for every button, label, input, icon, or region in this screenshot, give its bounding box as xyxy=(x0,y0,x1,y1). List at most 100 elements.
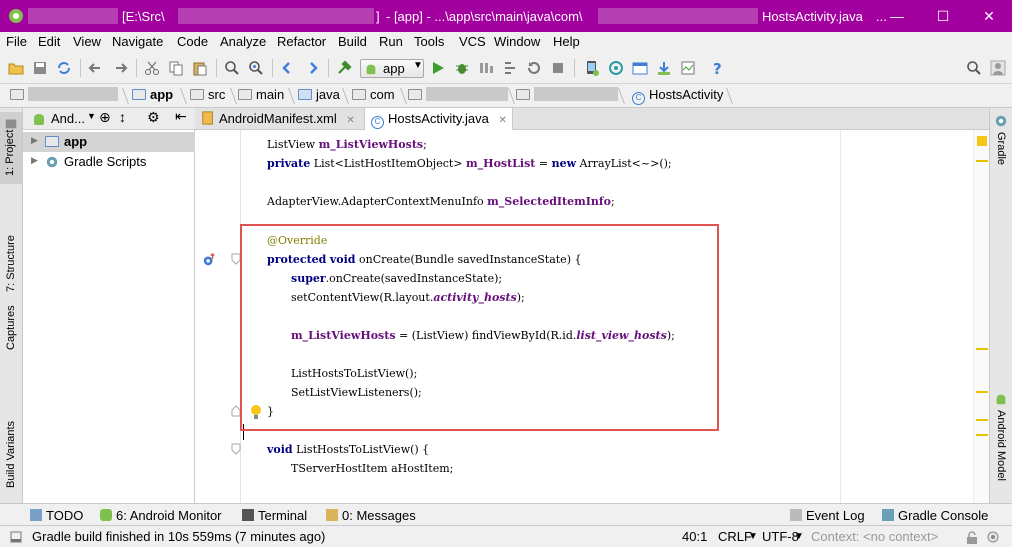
menu-build[interactable]: Build xyxy=(338,34,367,49)
menu-run[interactable]: Run xyxy=(379,34,403,49)
help-icon[interactable]: ? xyxy=(710,60,726,76)
save-icon[interactable] xyxy=(32,60,48,76)
tree-item-gradle-scripts[interactable]: ▶ Gradle Scripts xyxy=(23,152,195,172)
menu-window[interactable]: Window xyxy=(494,34,540,49)
crumb-com[interactable]: com xyxy=(352,87,395,105)
project-structure-icon[interactable] xyxy=(632,60,648,76)
hide-panel-icon[interactable]: ⇤ xyxy=(175,108,187,125)
caret-position[interactable]: 40:1 xyxy=(682,529,707,544)
tab-android-monitor[interactable]: 6: Android Monitor xyxy=(100,508,222,523)
scroll-from-source-icon[interactable]: ⊕ xyxy=(99,109,111,126)
module-folder-icon xyxy=(45,136,59,147)
run-config-select[interactable]: app ▼ xyxy=(360,59,424,78)
crumb-main[interactable]: main xyxy=(238,87,284,105)
android-model-tool-tab[interactable]: Android Model xyxy=(995,410,1007,481)
warning-mark[interactable] xyxy=(976,160,988,162)
captures-tool-tab[interactable]: Captures xyxy=(5,305,17,350)
tab-messages[interactable]: 0: Messages xyxy=(326,508,416,523)
copy-icon[interactable] xyxy=(168,60,184,76)
attach-debugger-icon[interactable] xyxy=(478,60,494,76)
sdk-manager-icon[interactable] xyxy=(656,60,672,76)
chevron-down-icon[interactable]: ▼ xyxy=(87,111,96,121)
search-everywhere-icon[interactable] xyxy=(966,60,982,76)
inspector-icon[interactable] xyxy=(986,530,1000,544)
editor-scrollbar[interactable] xyxy=(973,130,989,503)
tool-window-toggle-icon[interactable] xyxy=(10,531,22,543)
redo-icon[interactable] xyxy=(112,60,128,76)
line-separator[interactable]: CRLF xyxy=(718,529,752,544)
close-icon[interactable]: ✕ xyxy=(346,115,354,126)
rerun-icon[interactable] xyxy=(526,60,542,76)
open-folder-icon[interactable] xyxy=(8,60,24,76)
run-icon[interactable] xyxy=(430,60,446,76)
crumb-package-b[interactable] xyxy=(516,87,618,105)
device-monitor-icon[interactable] xyxy=(680,60,696,76)
maximize-button[interactable]: ☐ xyxy=(920,0,966,32)
context-indicator: Context: <no context> xyxy=(811,529,939,544)
paste-icon[interactable] xyxy=(192,60,208,76)
tab-gradle-console[interactable]: Gradle Console xyxy=(882,508,988,523)
crumb-class[interactable]: C HostsActivity xyxy=(632,87,723,105)
chevron-down-icon[interactable]: ▼ xyxy=(748,531,758,542)
override-marker-icon[interactable] xyxy=(202,253,216,267)
crumb-package-a[interactable] xyxy=(408,87,508,105)
tab-event-log[interactable]: Event Log xyxy=(790,508,865,523)
crumb-src[interactable]: src xyxy=(190,87,225,105)
gear-icon[interactable]: ⚙ xyxy=(147,109,160,126)
close-button[interactable]: ✕ xyxy=(966,0,1012,32)
tab-hosts-activity[interactable]: C HostsActivity.java ✕ xyxy=(365,108,513,131)
expand-arrow-icon[interactable]: ▶ xyxy=(31,135,38,146)
avd-manager-icon[interactable] xyxy=(584,60,600,76)
apply-changes-icon[interactable] xyxy=(502,60,518,76)
crumb-java[interactable]: java xyxy=(298,87,340,105)
menu-analyze[interactable]: Analyze xyxy=(220,34,266,49)
menu-navigate[interactable]: Navigate xyxy=(112,34,163,49)
tab-todo[interactable]: TODO xyxy=(30,508,83,523)
warning-mark[interactable] xyxy=(976,434,988,436)
crumb-app[interactable]: app xyxy=(132,87,173,105)
menu-vcs[interactable]: VCS xyxy=(459,34,486,49)
crumb-root[interactable] xyxy=(10,87,118,105)
warning-mark[interactable] xyxy=(976,391,988,393)
lock-icon[interactable] xyxy=(966,531,978,544)
user-icon[interactable] xyxy=(990,60,1006,76)
collapse-all-icon[interactable]: ↕ xyxy=(119,109,126,125)
fold-icon[interactable] xyxy=(231,443,241,455)
undo-icon[interactable] xyxy=(88,60,104,76)
replace-icon[interactable] xyxy=(248,60,264,76)
menu-file[interactable]: File xyxy=(6,34,27,49)
menu-code[interactable]: Code xyxy=(177,34,208,49)
menu-tools[interactable]: Tools xyxy=(414,34,444,49)
project-tool-tab[interactable]: 1: Project xyxy=(0,112,22,184)
warning-mark[interactable] xyxy=(976,419,988,421)
folder-icon xyxy=(10,89,24,100)
warning-mark[interactable] xyxy=(976,348,988,350)
sync-icon[interactable] xyxy=(56,60,72,76)
build-variants-tool-tab[interactable]: Build Variants xyxy=(5,421,17,488)
analysis-status-icon[interactable] xyxy=(977,136,987,146)
sync-gradle-icon[interactable] xyxy=(608,60,624,76)
gradle-tool-tab[interactable]: Gradle xyxy=(995,132,1007,165)
tree-item-app[interactable]: ▶ app xyxy=(23,132,195,152)
make-project-icon[interactable] xyxy=(336,60,352,76)
forward-icon[interactable] xyxy=(304,60,320,76)
back-icon[interactable] xyxy=(280,60,296,76)
find-icon[interactable] xyxy=(224,60,240,76)
android-icon xyxy=(366,64,376,75)
cut-icon[interactable] xyxy=(144,60,160,76)
close-icon[interactable]: ✕ xyxy=(499,115,507,126)
menu-bar: File Edit View Navigate Code Analyze Ref… xyxy=(0,32,1012,52)
expand-arrow-icon[interactable]: ▶ xyxy=(31,155,38,166)
chevron-down-icon[interactable]: ▼ xyxy=(794,531,804,542)
debug-icon[interactable] xyxy=(454,60,470,76)
menu-edit[interactable]: Edit xyxy=(38,34,60,49)
project-view-selector[interactable]: And... xyxy=(51,111,85,126)
menu-refactor[interactable]: Refactor xyxy=(277,34,326,49)
tab-terminal[interactable]: Terminal xyxy=(242,508,307,523)
tab-android-manifest[interactable]: AndroidManifest.xml ✕ xyxy=(195,108,365,130)
stop-icon[interactable] xyxy=(550,60,566,76)
menu-view[interactable]: View xyxy=(73,34,101,49)
minimize-button[interactable]: — xyxy=(874,0,920,32)
menu-help[interactable]: Help xyxy=(553,34,580,49)
structure-tool-tab[interactable]: 7: Structure xyxy=(5,235,17,292)
